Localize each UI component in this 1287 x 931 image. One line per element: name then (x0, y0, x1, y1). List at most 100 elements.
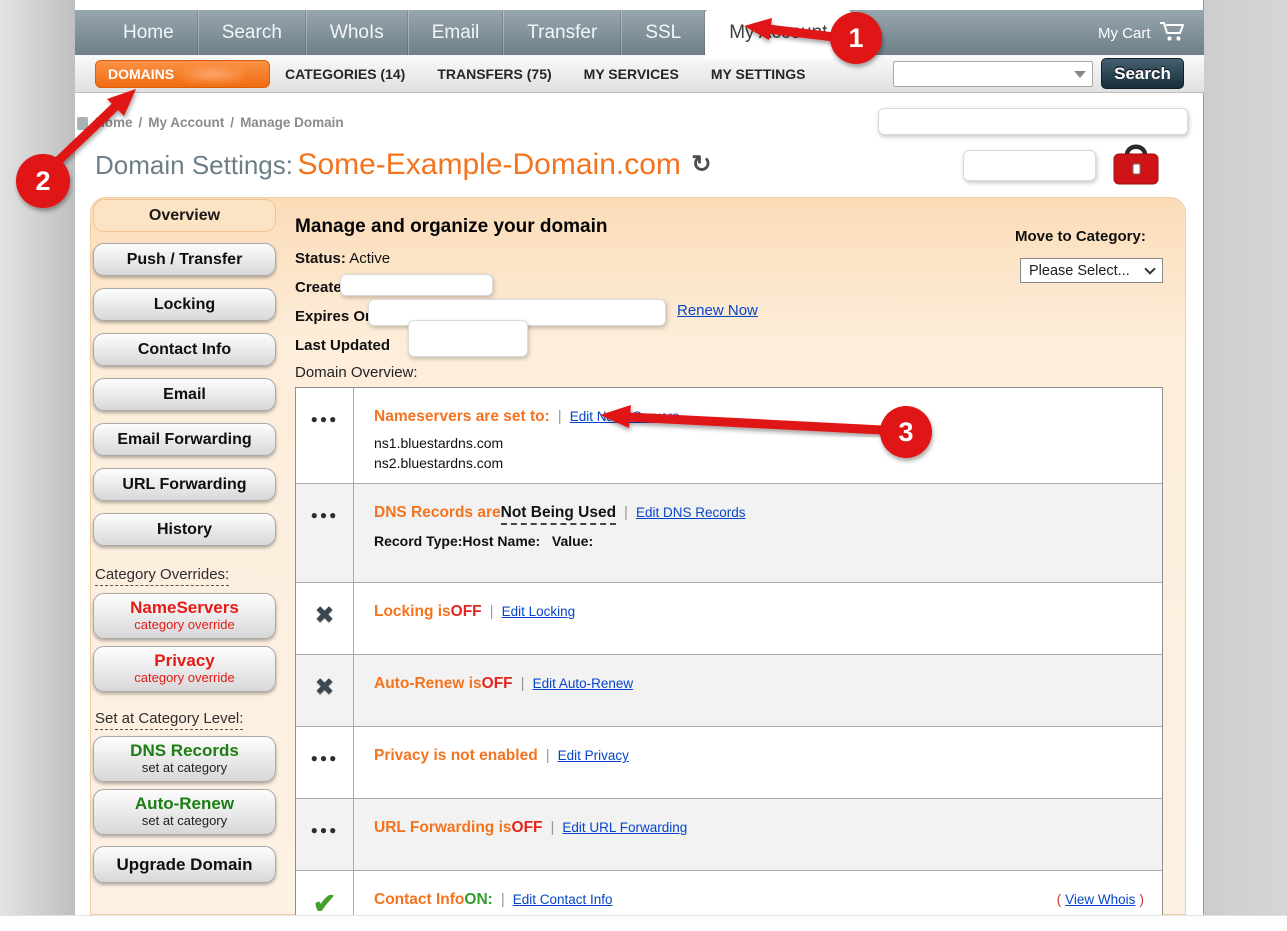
sub-nav-item-my-settings[interactable]: MY SETTINGS (711, 66, 806, 82)
row-title-text: URL Forwarding is (374, 819, 512, 837)
move-to-category-label: Move to Category: (1015, 228, 1146, 245)
sidebar-item-contact-info[interactable]: Contact Info (93, 333, 276, 366)
set-at-category-label: Set at Category Level: (95, 710, 243, 730)
row-title-text: OFF (512, 819, 543, 837)
top-nav-tab-my-account[interactable]: My Account (705, 10, 851, 59)
nameserver-list: ns1.bluestardns.comns2.bluestardns.com (374, 434, 1144, 473)
window-surround-right (1204, 0, 1287, 915)
domain-search-combobox[interactable] (893, 61, 1093, 87)
sub-nav-items: CATEGORIES (14) TRANSFERS (75) MY SERVICES… (285, 55, 806, 93)
edit-link-edit-dns-records[interactable]: Edit DNS Records (636, 505, 746, 520)
breadcrumb-item-home[interactable]: Home (95, 115, 133, 130)
sub-nav-item-domains[interactable]: DOMAINS (95, 60, 270, 88)
top-nav-tab-email[interactable]: Email (408, 10, 504, 55)
row-title-line: URL Forwarding is OFF | Edit URL Forwardin… (374, 819, 1144, 837)
x-icon: ✖ (314, 673, 334, 726)
breadcrumb-separator: / (139, 115, 143, 130)
row-title-text: OFF (482, 675, 513, 693)
cart-icon (1159, 21, 1186, 46)
row-title-line: DNS Records are Not Being Used|Edit DNS … (374, 504, 1144, 525)
view-whois-link[interactable]: View Whois (1065, 892, 1135, 907)
view-whois-paren-close: ) (1135, 891, 1144, 907)
sidebar-item-nameservers-override-subtitle: category override (94, 618, 275, 632)
sidebar-item-dns-records-category[interactable]: DNS Recordsset at category (93, 736, 276, 782)
my-cart[interactable]: My Cart (1098, 21, 1186, 46)
sidebar-item-privacy-override[interactable]: Privacycategory override (93, 646, 276, 692)
row-icon-cell: ✖ (296, 655, 354, 726)
row-title-line: Privacy is not enabled|Edit Privacy (374, 747, 1144, 765)
sub-nav-item-transfers-75[interactable]: TRANSFERS (75) (437, 66, 551, 82)
row-content-cell: Nameservers are set to:|Edit NameServers… (354, 388, 1162, 483)
sidebar-item-email-forwarding[interactable]: Email Forwarding (93, 423, 276, 456)
window-surround-bottom (0, 915, 1287, 931)
row-icon-cell: ●●● (296, 799, 354, 870)
category-select-value: Please Select... (1029, 263, 1130, 279)
top-nav-tab-ssl[interactable]: SSL (621, 10, 705, 55)
dots-icon: ●●● (311, 412, 339, 483)
row-title-text: DNS Records are (374, 504, 501, 522)
renew-now-link[interactable]: Renew Now (677, 302, 758, 319)
edit-link-edit-privacy[interactable]: Edit Privacy (558, 748, 629, 763)
breadcrumb-item-manage-domain[interactable]: Manage Domain (240, 115, 344, 130)
table-row-edit-dns-records: ●●● DNS Records are Not Being Used|Edit D… (296, 484, 1162, 583)
category-select[interactable]: Please Select... (1020, 258, 1163, 283)
row-title-text: OFF (451, 603, 482, 621)
row-icon-cell: ✖ (296, 583, 354, 654)
status-value: Active (349, 250, 390, 267)
edit-link-edit-locking[interactable]: Edit Locking (502, 604, 576, 619)
sub-nav-item-my-services[interactable]: MY SERVICES (584, 66, 679, 82)
sidebar-item-email[interactable]: Email (93, 378, 276, 411)
row-separator: | (551, 819, 555, 836)
row-icon-cell: ●●● (296, 388, 354, 483)
edit-link-edit-contact-info[interactable]: Edit Contact Info (513, 892, 613, 907)
sidebar-item-overview[interactable]: Overview (93, 199, 276, 232)
row-content-cell: Auto-Renew is OFF | Edit Auto-Renew (354, 655, 1162, 726)
view-whois-wrap: ( View Whois ) (1057, 891, 1144, 907)
page-title-domain: Some-Example-Domain.com (297, 148, 680, 181)
top-nav-tab-home[interactable]: Home (100, 10, 198, 55)
x-icon: ✖ (314, 601, 334, 654)
row-content-cell: DNS Records are Not Being Used|Edit DNS … (354, 484, 1162, 582)
sidebar-item-privacy-override-subtitle: category override (94, 671, 275, 685)
row-content-cell: URL Forwarding is OFF | Edit URL Forwardin… (354, 799, 1162, 870)
sidebar-item-push-transfer[interactable]: Push / Transfer (93, 243, 276, 276)
refresh-icon[interactable]: ↻ (691, 150, 711, 179)
record-columns-line: Record Type:Host Name: Value: (374, 533, 1144, 549)
row-separator: | (521, 675, 525, 692)
nameserver-entry: ns1.bluestardns.com (374, 434, 1144, 454)
sidebar-item-locking[interactable]: Locking (93, 288, 276, 321)
sidebar-item-url-forwarding[interactable]: URL Forwarding (93, 468, 276, 501)
edit-link-edit-nameservers[interactable]: Edit NameServers (570, 409, 680, 424)
updated-line: Last Updated (295, 337, 390, 366)
breadcrumb-item-my-account[interactable]: My Account (148, 115, 224, 130)
redacted-box-top-right (878, 108, 1188, 135)
chevron-down-icon (1144, 263, 1155, 274)
sidebar-item-nameservers-override[interactable]: NameServerscategory override (93, 593, 276, 639)
sidebar-item-history[interactable]: History (93, 513, 276, 546)
toolbox-icon[interactable] (1112, 142, 1160, 193)
edit-link-edit-url-forwarding[interactable]: Edit URL Forwarding (562, 820, 687, 835)
nameserver-entry: ns2.bluestardns.com (374, 454, 1144, 474)
sub-nav-item-categories-14[interactable]: CATEGORIES (14) (285, 66, 405, 82)
top-nav: HomeSearchWhoIsEmailTransferSSLMy Accoun… (75, 10, 1204, 55)
row-content-cell: Privacy is not enabled|Edit Privacy (354, 727, 1162, 798)
row-title-text: Locking is (374, 603, 451, 621)
sidebar-item-auto-renew-category-title: Auto-Renew (94, 794, 275, 814)
updated-label: Last Updated (295, 337, 390, 354)
row-title-text: ON: (464, 891, 492, 909)
dots-icon: ●●● (311, 508, 339, 582)
top-nav-tab-search[interactable]: Search (198, 10, 306, 55)
status-label: Status: (295, 250, 346, 267)
sidebar-item-auto-renew-category[interactable]: Auto-Renewset at category (93, 789, 276, 835)
row-title-text: Auto-Renew is (374, 675, 482, 693)
redacted-updated-date (408, 320, 528, 357)
search-button[interactable]: Search (1101, 58, 1184, 89)
top-nav-tab-transfer[interactable]: Transfer (503, 10, 621, 55)
breadcrumb: Home/My Account/Manage Domain (95, 115, 344, 130)
row-title-line: Nameservers are set to:|Edit NameServers (374, 408, 1144, 426)
top-nav-tab-whois[interactable]: WhoIs (306, 10, 408, 55)
sidebar-item-upgrade-domain[interactable]: Upgrade Domain (93, 846, 276, 883)
expires-label: Expires On (295, 308, 374, 325)
redacted-box-title (963, 150, 1096, 181)
edit-link-edit-auto-renew[interactable]: Edit Auto-Renew (533, 676, 634, 691)
